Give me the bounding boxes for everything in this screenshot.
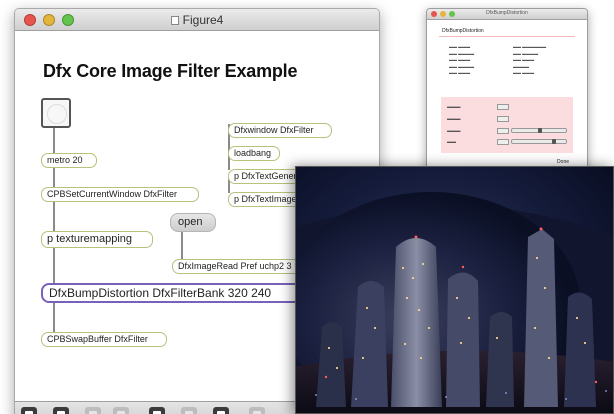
parameter-label: ▬▬▬ [447, 104, 461, 109]
comment-icon[interactable] [149, 407, 165, 414]
tower-center-right [446, 272, 480, 407]
parameter-label: ▬▬▬ [447, 116, 461, 121]
patch-heading: Dfx Core Image Filter Example [43, 61, 298, 81]
inspector-titlebar[interactable]: DfxBumpDistortion [427, 9, 587, 20]
metro-object[interactable]: metro 20 [41, 153, 97, 168]
parameter-label: ▬▬ [447, 139, 456, 144]
slider-knob[interactable] [552, 139, 556, 144]
inspector-heading: DfxBumpDistortion [439, 26, 575, 37]
parameter-value[interactable] [497, 116, 509, 122]
patch-cord [53, 302, 55, 333]
image-read-object[interactable]: DfxImageRead Pref uchp2 3 [172, 259, 312, 274]
inspector-line: ▬▬ ▬▬▬▬▬▬ [513, 44, 547, 49]
set-current-window-object[interactable]: CPBSetCurrentWindow DfxFilter [41, 187, 199, 202]
inspector-parameters-panel: ▬▬▬ ▬▬▬ ▬▬▬ ▬▬ [441, 97, 573, 153]
parameter-value[interactable] [497, 104, 509, 110]
patcher-titlebar[interactable]: Figure4 [15, 9, 379, 31]
patch-cord [53, 200, 55, 232]
window-title-text: Figure4 [182, 13, 224, 27]
parameter-value[interactable] [497, 128, 509, 134]
bang-button[interactable] [41, 98, 71, 128]
parameter-label: ▬▬▬ [447, 128, 461, 133]
grid-icon[interactable] [85, 407, 101, 414]
window-title: Figure4 [15, 13, 379, 27]
distorted-city-image [296, 167, 613, 413]
slider-knob[interactable] [538, 128, 542, 133]
patch-cord [53, 128, 55, 153]
inspector-list-left: ▬▬ ▬▬▬ ▬▬ ▬▬▬▬ ▬▬ ▬▬▬ ▬▬ ▬▬▬▬ ▬▬ ▬▬▬ [449, 44, 474, 77]
window-object[interactable]: Dfxwindow DfxFilter [228, 123, 332, 138]
new-object-icon[interactable] [213, 407, 229, 414]
patch-cord [53, 245, 55, 285]
parameter-slider[interactable] [511, 139, 567, 144]
tower-right [524, 229, 558, 407]
patch-cord [181, 232, 183, 260]
open-message[interactable]: open [170, 213, 216, 232]
document-icon [170, 16, 179, 25]
parameter-value[interactable] [497, 139, 509, 145]
patch-cord [53, 166, 55, 188]
lock-icon[interactable] [21, 407, 37, 414]
parameter-slider[interactable] [511, 128, 567, 133]
inspector-title: DfxBumpDistortion [486, 10, 528, 16]
tower-main [391, 238, 442, 407]
inspector-icon[interactable] [181, 407, 197, 414]
tower-far-right [564, 292, 596, 407]
patcher-icon[interactable] [113, 407, 129, 414]
loadbang-object[interactable]: loadbang [228, 146, 280, 161]
inspector-line: ▬▬ ▬▬▬ [513, 70, 535, 75]
inspector-list-right: ▬▬ ▬▬▬▬▬▬ ▬▬ ▬▬▬▬ ▬▬ ▬▬▬ ▬▬▬▬ ▬▬ ▬▬▬ [513, 44, 546, 77]
inspector-line: ▬▬ ▬▬▬ [449, 70, 471, 75]
presentation-icon[interactable] [53, 407, 69, 414]
toolbar-extra-icon[interactable] [249, 407, 265, 414]
output-image-window [295, 166, 614, 414]
done-button[interactable]: Done [557, 159, 569, 165]
texture-mapping-object[interactable]: p texturemapping [41, 231, 153, 248]
tower-mid [486, 312, 514, 407]
swap-buffer-object[interactable]: CPBSwapBuffer DfxFilter [41, 332, 167, 347]
